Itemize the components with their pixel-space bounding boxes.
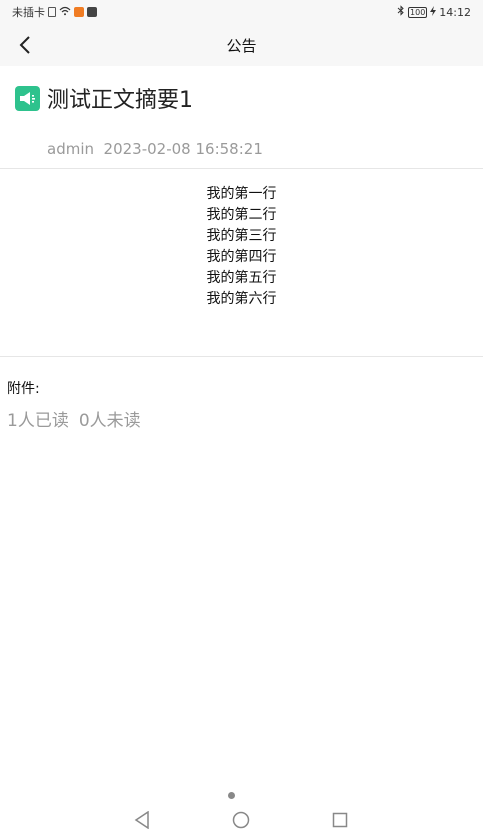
body-line: 我的第二行 (206, 207, 277, 223)
app-notification-icon-2 (87, 7, 97, 17)
attachments-label: 附件: (7, 381, 40, 397)
sim-icon (48, 7, 56, 17)
read-count[interactable]: 1人已读 (7, 406, 69, 431)
body-line: 我的第三行 (206, 228, 277, 244)
notice-body: 我的第一行 我的第二行 我的第三行 我的第四行 我的第五行 我的第六行 (0, 169, 483, 357)
notice-meta: admin 2023-02-08 16:58:21 (47, 140, 263, 158)
notice-title: 测试正文摘要1 (47, 88, 193, 113)
charging-icon (430, 5, 437, 19)
notice-header: 测试正文摘要1 admin 2023-02-08 16:58:21 (0, 66, 483, 169)
circle-home-icon (232, 811, 250, 829)
body-line: 我的第一行 (206, 186, 277, 202)
page-title: 公告 (226, 36, 257, 55)
read-stats: 1人已读 0人未读 (7, 406, 141, 431)
wifi-icon (59, 6, 71, 18)
app-notification-icon (74, 7, 84, 17)
system-recents-button[interactable] (329, 809, 351, 831)
body-line: 我的第五行 (206, 270, 277, 286)
carrier-text: 未插卡 (12, 6, 45, 19)
publish-datetime: 2023-02-08 16:58:21 (103, 140, 263, 158)
battery-icon: 100 (408, 6, 428, 18)
status-right: 100 14:12 (397, 5, 471, 19)
system-home-button[interactable] (230, 809, 252, 831)
clock: 14:12 (439, 5, 471, 19)
status-bar: 未插卡 100 14:12 (0, 0, 483, 24)
unread-count[interactable]: 0人未读 (79, 406, 141, 431)
square-recents-icon (332, 812, 348, 828)
author: admin (47, 140, 94, 158)
status-left: 未插卡 (12, 4, 97, 20)
home-indicator-dot (228, 792, 235, 799)
body-line: 我的第四行 (206, 249, 277, 265)
bluetooth-icon (397, 5, 405, 19)
system-back-button[interactable] (131, 809, 153, 831)
battery-level: 100 (410, 7, 426, 17)
back-button[interactable] (10, 30, 40, 60)
megaphone-icon (15, 86, 40, 111)
body-line: 我的第六行 (206, 291, 277, 307)
chevron-left-icon (19, 36, 30, 54)
system-nav-bar (0, 805, 483, 835)
triangle-back-icon (134, 811, 149, 829)
nav-bar: 公告 (0, 24, 483, 66)
